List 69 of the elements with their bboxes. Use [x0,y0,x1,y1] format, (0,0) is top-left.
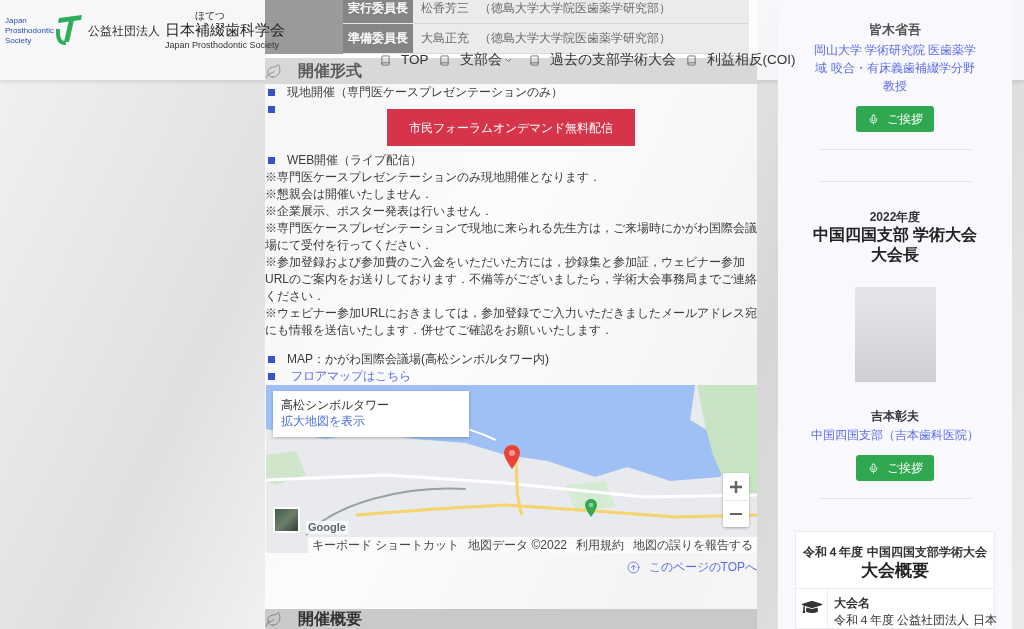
society-name: 日本補綴歯科学会 [164,21,285,39]
president-name: 吉本彰夫 [871,408,919,425]
larger-map-link[interactable]: 拡大地図を表示 [281,413,469,429]
floor-map-link[interactable]: フロアマップはこちら [291,368,411,385]
microphone-icon [867,113,879,125]
org-type: 公益社団法人 [87,23,160,39]
book-icon [438,54,450,66]
logo-icon [55,15,82,46]
section-heading: 開催形式 [298,62,362,80]
table-header-cell: 準備委員長 [343,24,413,54]
bullet-icon [268,157,275,164]
map-footer-link[interactable]: キーボード ショートカット [311,538,460,552]
map-marker-icon [585,499,597,517]
forum-button[interactable]: 市民フォーラムオンデマンド無料配信 [387,109,635,146]
book-icon [380,54,391,66]
location-pin-icon [504,445,520,469]
satellite-thumbnail-photo[interactable] [273,507,300,533]
overview-title: 大会概要 [861,560,929,582]
year-label: 2022年度 [869,208,921,225]
book-icon [528,54,540,66]
overview-subtitle: 令和４年度 中国四国支部学術大会 [803,544,987,560]
member-affiliation: （徳島大学大学院医歯薬学研究部） [479,0,671,17]
member-name: 大島正充 [421,30,469,47]
leaf-icon [265,62,282,80]
minus-icon [730,512,742,516]
note-text: ※企業展示、ポスター発表は行いません． [265,203,494,220]
note-text: ※懇親会は開催いたしません． [265,186,434,203]
person-name: 皆木省吾 [869,21,921,39]
map-logo: Google [306,521,348,534]
overview-label: 大会名 [834,595,871,611]
section-heading: 開催概要 [298,610,362,628]
table-header-cell: 実行委員長 [343,0,413,24]
map-footer-link[interactable]: 利用規約 [576,538,624,552]
nav-item[interactable]: 利益相反(COI) [685,50,796,70]
map-footer-link[interactable]: 地図の誤りを報告する [633,538,753,552]
logo-caption: Japan [5,16,28,26]
arrow-up-circle-icon [626,561,640,574]
president-heading: 大会長 [871,244,919,265]
list-item-text: WEB開催（ライブ配信） [287,152,423,169]
bullet-icon [268,89,275,96]
president-heading: 中国四国支部 学術大会 [812,224,978,245]
note-text: ※専門医ケースプレゼンテーションで現地に来られる先生方は，ご来場時にかがわ国際会議場にて受付を行ってください． [265,220,757,254]
overview-value: 令和４年度 公益社団法人 日本 [834,612,997,628]
note-text: ※専門医ケースプレゼンテーションのみ現地開催となります． [265,169,602,186]
list-item-text: 現地開催（専門医ケースプレゼンテーションのみ） [287,84,563,101]
plus-icon [730,480,742,493]
microphone-icon [867,462,879,474]
person-affiliation: 岡山大学 学術研究院 医歯薬学域 咬合・有床義歯補綴学分野 [812,42,978,77]
nav-item[interactable]: 支部会 [438,50,519,70]
president-affiliation-link[interactable]: 中国四国支部（吉本歯科医院） [811,427,979,444]
page-top-link[interactable]: このページのTOPへ [648,559,757,576]
person-title: 教授 [883,78,907,95]
logo-caption: Prosthodontic [5,26,54,36]
member-name: 松香芳三 [421,0,469,17]
logo-caption: Society [5,36,33,46]
nav-item[interactable]: 過去の支部学術大会 [528,50,676,70]
leaf-icon [265,611,282,628]
note-text: ※参加登録および参加費のご入金をいただいた方には，抄録集と参加証，ウェビナー参加URLのご案内をお送りしております．不備等がございましたら，学術大会事務局までご連絡ください． [265,254,757,305]
member-affiliation: （徳島大学大学院医歯薬学研究部） [479,30,671,47]
map-footer-link[interactable]: 地図データ ©2022 [468,538,567,552]
note-text: ※ウェビナー参加URLにおきましては，参加登録でご入力いただきましたメールアドレス宛にも情報を送信いたします．併せてご確認をお願いいたします． [265,305,757,339]
name-ruby: ほてつ [193,10,226,21]
list-item-text: MAP：かがわ国際会議場(高松シンボルタワー内) [287,351,549,368]
society-english-name: Japan Prosthodontic Society [164,40,280,51]
bullet-icon [268,106,275,113]
place-name: 高松シンボルタワー [281,397,390,413]
bullet-icon [268,356,275,363]
bullet-icon [268,373,275,380]
book-icon [685,54,697,66]
